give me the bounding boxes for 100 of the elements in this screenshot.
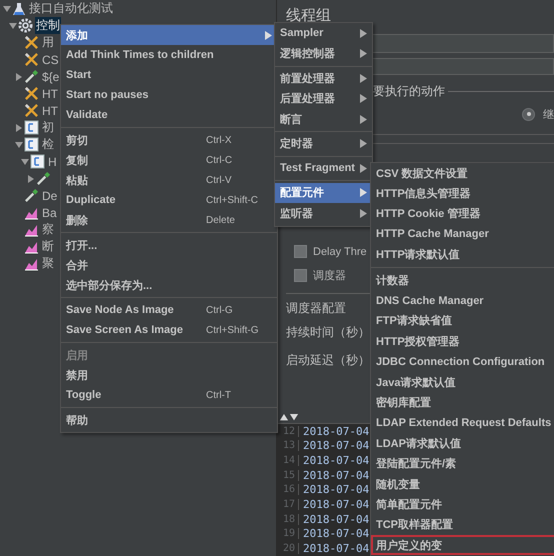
wrench-icon [24, 35, 39, 50]
tree-item[interactable]: 用 [41, 34, 55, 51]
tree-item[interactable]: 初 [41, 119, 55, 136]
menu-item[interactable]: CSV 数据文件设置 [371, 163, 554, 184]
log-line: 2018-07-04 [302, 498, 370, 512]
expanded-caret-icon[interactable] [3, 4, 11, 12]
menu-item[interactable]: 复制 Ctrl-C [61, 150, 277, 170]
tree-item[interactable]: HT [41, 86, 59, 100]
menu-item[interactable]: 添加 [61, 25, 277, 45]
menu-item[interactable]: Save Screen As Image Ctrl+Shift-G [61, 320, 277, 340]
menu-item[interactable]: HTTP Cookie 管理器 [371, 204, 554, 224]
menu-item[interactable]: Sampler [275, 23, 372, 44]
menu-item[interactable]: 用户定义的变 [371, 535, 554, 556]
expanded-caret-icon[interactable] [15, 140, 23, 148]
flask-icon [12, 2, 26, 16]
menu-item[interactable]: Start [61, 65, 277, 85]
checkbox[interactable] [294, 245, 307, 258]
menu-item[interactable]: 监听器 [275, 203, 372, 224]
tree-item[interactable]: ${e [41, 70, 60, 84]
menu-item[interactable]: Duplicate Ctrl+Shift-C [61, 190, 277, 210]
menu-item[interactable]: 定时器 [275, 134, 372, 154]
checkbox[interactable] [294, 269, 307, 282]
submenu-arrow-icon [360, 164, 367, 173]
field-label: 持续时间（秒） [286, 324, 370, 342]
tree-item[interactable]: CS [41, 52, 60, 66]
menu-item[interactable]: 后置处理器 [275, 88, 372, 109]
menu-item[interactable]: 简单配置元件 [371, 494, 554, 515]
menu-item[interactable]: 帮助 [61, 410, 277, 430]
menu-item[interactable]: HTTP Cache Manager [371, 224, 554, 245]
tree-item[interactable]: De [41, 188, 58, 202]
group-label: 要执行的动作 [373, 82, 445, 100]
menu-item[interactable]: HTTP授权管理器 [371, 331, 554, 352]
menu-item[interactable]: Validate [61, 105, 277, 125]
menu-item[interactable]: 打开... [61, 235, 277, 255]
submenu-arrow-icon [360, 188, 367, 198]
tree-item[interactable]: Ba [41, 206, 58, 220]
panel-title: 线程组 [285, 6, 332, 26]
expanded-caret-icon[interactable] [9, 22, 17, 30]
menu-item[interactable]: 逻辑控制器 [275, 44, 372, 64]
submenu-arrow-icon [360, 28, 367, 38]
menu-item[interactable]: 粘贴 Ctrl-V [61, 170, 277, 190]
input-field[interactable] [371, 34, 554, 53]
tree-item[interactable]: 察 [41, 221, 55, 238]
menu-item[interactable]: 断言 [275, 109, 372, 130]
menu-item[interactable]: Save Node As Image Ctrl-G [61, 300, 277, 320]
submenu-arrow-icon [360, 208, 367, 218]
expanded-caret-icon[interactable] [21, 158, 29, 166]
menu-item[interactable]: 前置处理器 [275, 68, 372, 88]
menu-item[interactable]: Start no pauses [61, 85, 277, 105]
tree-item[interactable]: 接口自动化测试 [28, 0, 114, 17]
menu-item[interactable]: 配置元件 [275, 182, 372, 203]
menu-item[interactable]: 密钥库配置 [371, 392, 554, 413]
menu-item[interactable]: HTTP请求默认值 [371, 244, 554, 265]
menu-item[interactable]: 选中部分保存为... [61, 275, 277, 295]
collapse-arrows-icon[interactable] [279, 414, 299, 421]
log-line: 2018-07-04 [302, 468, 370, 482]
tree-item[interactable]: H [47, 154, 58, 168]
menu-item[interactable]: 随机变量 [371, 474, 554, 494]
menu-item[interactable]: Java请求默认值 [371, 372, 554, 392]
menu-item[interactable]: HTTP信息头管理器 [371, 183, 554, 204]
menu-item[interactable]: 计数器 [371, 270, 554, 290]
submenu-arrow-icon [360, 139, 367, 148]
line-number: 13 [277, 440, 299, 452]
input-field[interactable] [371, 58, 554, 76]
menu-item[interactable]: 剪切 Ctrl-X [61, 130, 277, 150]
collapsed-caret-icon[interactable] [15, 72, 23, 80]
menu-item[interactable]: Add Think Times to children [61, 45, 277, 65]
chart-icon [24, 222, 39, 236]
menu-item[interactable]: 登陆配置元件/素 [371, 453, 554, 474]
menu-item[interactable]: 删除 Delete [61, 210, 277, 230]
tree-item[interactable]: 控制 [35, 17, 61, 34]
log-line: 2018-07-04 [302, 483, 370, 496]
line-number: 15 [277, 470, 299, 481]
menu-item[interactable]: TCP取样器配置 [371, 514, 554, 536]
checkbox-label: Delay Thre [313, 246, 367, 258]
log-line: 2018-07-04 [302, 542, 370, 556]
tree-item[interactable]: HT [41, 104, 59, 118]
menu-item[interactable]: 合并 [61, 255, 277, 275]
controller-icon [24, 137, 39, 152]
collapsed-caret-icon[interactable] [15, 124, 23, 132]
chart-icon [24, 256, 39, 270]
radio-button[interactable] [522, 108, 535, 121]
menu-item[interactable]: JDBC Connection Configuration [371, 352, 554, 372]
menu-item[interactable]: FTP请求缺省值 [371, 310, 554, 332]
gear-icon [18, 18, 33, 33]
pipette-icon [24, 69, 39, 84]
log-line: 2018-07-04 [302, 527, 370, 540]
menu-item[interactable]: Test Fragment [275, 158, 372, 178]
menu-item[interactable]: Toggle Ctrl-T [61, 385, 277, 405]
menu-item[interactable]: 禁用 [61, 365, 277, 385]
menu-item[interactable]: LDAP Extended Request Defaults [371, 412, 554, 434]
collapsed-caret-icon[interactable] [27, 174, 35, 182]
tree-item[interactable]: 检 [41, 136, 55, 153]
controller-icon [24, 120, 39, 135]
menu-item[interactable]: LDAP请求默认值 [371, 433, 554, 454]
line-number: 17 [277, 499, 299, 510]
log-line: 2018-07-04 [302, 439, 370, 452]
tree-item[interactable]: 断 [41, 238, 55, 255]
tree-item[interactable]: 聚 [41, 255, 55, 272]
menu-item[interactable]: DNS Cache Manager [371, 290, 554, 311]
